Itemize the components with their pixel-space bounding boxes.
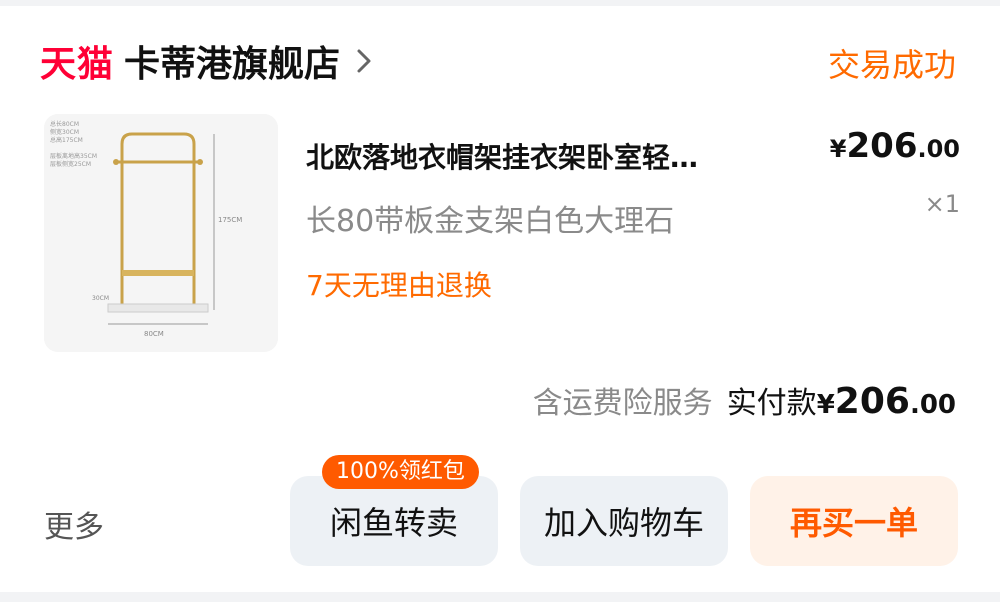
red-packet-badge: 100%领红包 bbox=[322, 455, 479, 489]
spec-text-5: 层板侧宽25CM bbox=[50, 160, 91, 168]
unit-price: ¥206.00 bbox=[830, 126, 960, 166]
xianyu-resell-button[interactable]: 闲鱼转卖 bbox=[290, 476, 498, 566]
coat-rack-illustration: 总长80CM 侧宽30CM 总高175CM 层板离地高35CM 层板侧宽25CM… bbox=[44, 114, 278, 352]
add-to-cart-button[interactable]: 加入购物车 bbox=[520, 476, 728, 566]
price-integer: 206 bbox=[846, 126, 918, 166]
price-decimal: .00 bbox=[917, 135, 960, 163]
paid-currency: ¥ bbox=[816, 390, 835, 420]
shop-header[interactable]: 天猫 卡蒂港旗舰店 bbox=[40, 36, 380, 86]
product-image[interactable]: 总长80CM 侧宽30CM 总高175CM 层板离地高35CM 层板侧宽25CM… bbox=[44, 114, 278, 352]
price-currency: ¥ bbox=[829, 135, 847, 163]
paid-amount: ¥206.00 bbox=[817, 381, 956, 422]
shipping-insurance-service[interactable]: 含运费险服务 bbox=[533, 378, 713, 422]
spec-text-4: 层板离地高35CM bbox=[50, 152, 97, 160]
depth-label: 30CM bbox=[92, 295, 109, 302]
paid-integer: 206 bbox=[834, 381, 910, 422]
shop-name[interactable]: 卡蒂港旗舰店 bbox=[124, 35, 340, 87]
order-card: 天猫 卡蒂港旗舰店 交易成功 总长80CM 侧宽30CM 总高175CM 层板离… bbox=[0, 6, 1000, 592]
more-button[interactable]: 更多 bbox=[44, 502, 104, 546]
product-sku: 长80带板金支架白色大理石 bbox=[306, 204, 675, 239]
paid-label: 实付款 bbox=[726, 386, 817, 421]
total-row: 含运费险服务 实付款 ¥206.00 bbox=[533, 378, 956, 422]
order-status: 交易成功 bbox=[827, 46, 956, 84]
paid-decimal: .00 bbox=[909, 390, 956, 420]
buy-again-button[interactable]: 再买一单 bbox=[750, 476, 958, 566]
tmall-logo: 天猫 bbox=[40, 44, 115, 85]
height-label: 175CM bbox=[218, 216, 242, 224]
spec-text-1: 总长80CM bbox=[50, 120, 79, 128]
width-label: 80CM bbox=[144, 330, 164, 338]
spec-text-2: 侧宽30CM bbox=[50, 128, 79, 136]
chevron-right-icon[interactable] bbox=[354, 48, 380, 74]
spec-text-3: 总高175CM bbox=[50, 136, 83, 144]
quantity: ×1 bbox=[924, 190, 960, 218]
product-title[interactable]: 北欧落地衣帽架挂衣架卧室轻… bbox=[306, 136, 806, 176]
return-policy: 7天无理由退换 bbox=[306, 269, 492, 302]
